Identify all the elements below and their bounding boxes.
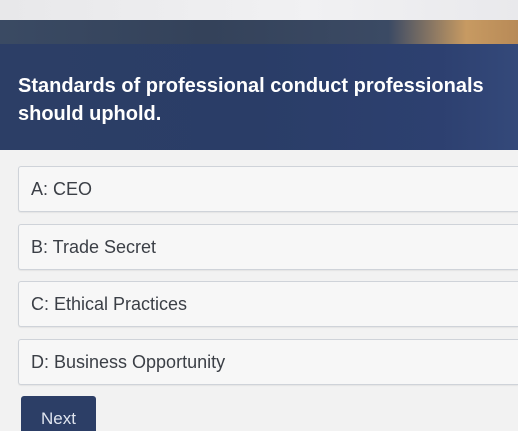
top-background-strip (0, 0, 518, 20)
answer-option-label: C: Ethical Practices (31, 294, 188, 314)
next-button[interactable]: Next (21, 396, 96, 431)
answer-option-d[interactable]: D: Business Opportunity (18, 339, 518, 385)
answer-option-b[interactable]: B: Trade Secret (18, 224, 518, 270)
answer-option-label: A: CEO (31, 179, 93, 199)
question-text: Standards of professional conduct profes… (18, 75, 484, 125)
header-band (0, 20, 518, 46)
answer-option-a[interactable]: A: CEO (18, 166, 518, 212)
answer-option-c[interactable]: C: Ethical Practices (18, 281, 518, 327)
quiz-page: Standards of professional conduct profes… (0, 0, 518, 431)
question-panel: Standards of professional conduct profes… (0, 44, 518, 150)
answer-option-label: B: Trade Secret (31, 237, 157, 257)
answer-option-label: D: Business Opportunity (31, 352, 226, 372)
